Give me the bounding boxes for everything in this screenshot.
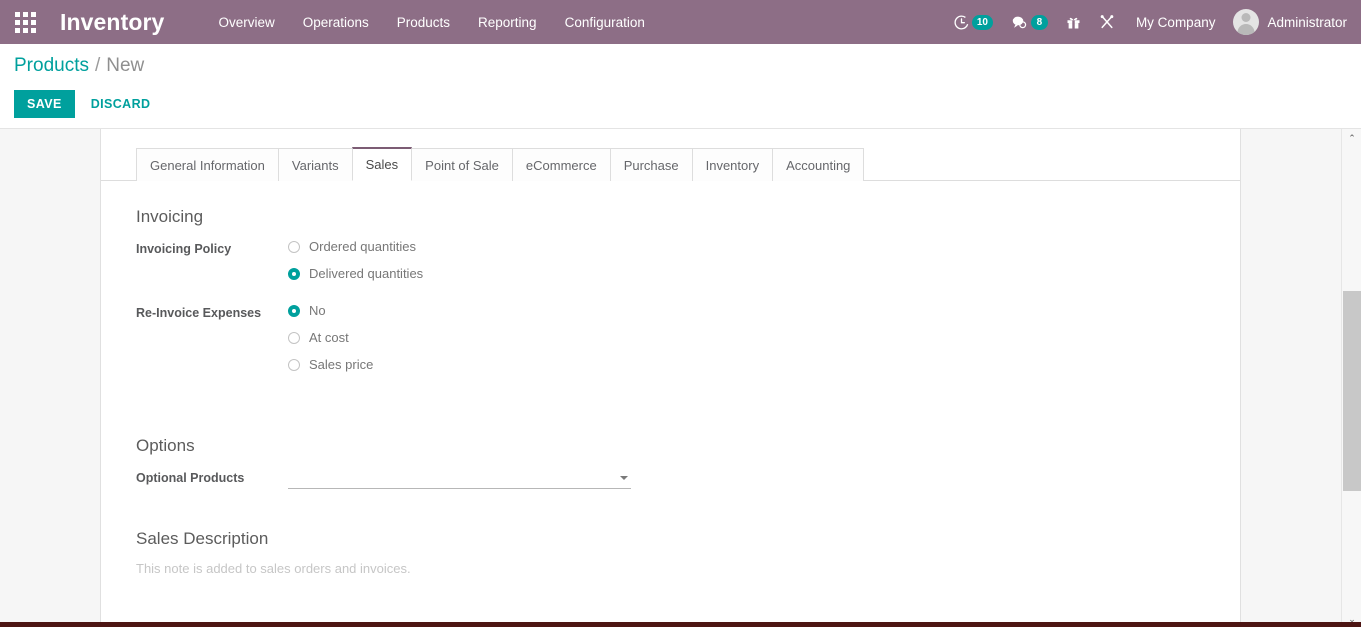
form-notebook-tabs: General Information Variants Sales Point… [101, 129, 1240, 181]
field-reinvoice-expenses: Re-Invoice Expenses No At cost Sales [136, 303, 1240, 372]
gift-icon [1066, 15, 1081, 30]
company-switcher[interactable]: My Company [1124, 9, 1228, 36]
radio-dot-selected-icon [288, 305, 300, 317]
breadcrumb-products-link[interactable]: Products [14, 54, 89, 78]
save-button[interactable]: SAVE [14, 90, 75, 118]
radio-reinvoice-sales-price-label: Sales price [309, 357, 373, 372]
radio-delivered-quantities[interactable]: Delivered quantities [288, 266, 423, 281]
clock-icon [954, 15, 969, 30]
activities-count-badge: 10 [972, 15, 993, 30]
gift-button[interactable] [1057, 5, 1090, 39]
tab-ecommerce[interactable]: eCommerce [512, 148, 611, 181]
sales-description-section-title: Sales Description [136, 529, 1240, 549]
radio-ordered-quantities[interactable]: Ordered quantities [288, 239, 423, 254]
record-actions: SAVE DISCARD [14, 90, 1361, 118]
tab-point-of-sale[interactable]: Point of Sale [411, 148, 513, 181]
radio-dot-icon [288, 332, 300, 344]
activities-button[interactable]: 10 [945, 5, 1002, 39]
user-menu[interactable]: Administrator [1227, 7, 1351, 37]
sales-tab-panel: Invoicing Invoicing Policy Ordered quant… [101, 181, 1240, 576]
discard-button[interactable]: DISCARD [79, 90, 163, 118]
crossed-tools-icon [1099, 14, 1115, 30]
messages-button[interactable]: 8 [1002, 5, 1057, 39]
menu-item-operations[interactable]: Operations [289, 9, 383, 36]
tab-purchase[interactable]: Purchase [610, 148, 693, 181]
breadcrumb-separator: / [95, 54, 100, 78]
radio-dot-icon [288, 241, 300, 253]
reinvoice-expenses-radio-group: No At cost Sales price [288, 303, 373, 372]
tab-inventory[interactable]: Inventory [692, 148, 773, 181]
content-area: General Information Variants Sales Point… [0, 128, 1361, 627]
invoicing-policy-radio-group: Ordered quantities Delivered quantities [288, 239, 423, 281]
apps-menu-button[interactable] [8, 5, 42, 39]
radio-reinvoice-at-cost-label: At cost [309, 330, 349, 345]
sales-description-placeholder[interactable]: This note is added to sales orders and i… [136, 561, 1240, 576]
tab-sales[interactable]: Sales [352, 147, 413, 181]
vertical-scrollbar[interactable]: ⌃ ⌄ [1341, 129, 1361, 627]
tools-button[interactable] [1090, 5, 1124, 39]
menu-item-configuration[interactable]: Configuration [551, 9, 659, 36]
scrollbar-thumb[interactable] [1343, 291, 1361, 491]
radio-reinvoice-no-label: No [309, 303, 326, 318]
field-invoicing-policy: Invoicing Policy Ordered quantities Deli… [136, 239, 1240, 281]
main-menu: Overview Operations Products Reporting C… [204, 9, 658, 36]
menu-item-reporting[interactable]: Reporting [464, 9, 551, 36]
apps-grid-icon [15, 12, 36, 33]
chevron-down-icon [620, 476, 628, 480]
invoicing-section-title: Invoicing [136, 207, 1240, 227]
breadcrumb-current-record: New [106, 54, 144, 78]
reinvoice-expenses-label: Re-Invoice Expenses [136, 303, 288, 320]
app-brand-inventory[interactable]: Inventory [60, 9, 164, 36]
menu-item-overview[interactable]: Overview [204, 9, 288, 36]
control-panel: Products / New SAVE DISCARD [0, 44, 1361, 128]
scroll-up-arrow-icon[interactable]: ⌃ [1342, 129, 1361, 147]
optional-products-select[interactable] [288, 468, 631, 489]
invoicing-policy-label: Invoicing Policy [136, 239, 288, 256]
radio-reinvoice-sales-price[interactable]: Sales price [288, 357, 373, 372]
menu-item-products[interactable]: Products [383, 9, 464, 36]
form-sheet: General Information Variants Sales Point… [100, 129, 1241, 627]
radio-dot-icon [288, 359, 300, 371]
field-optional-products: Optional Products [136, 468, 1240, 489]
tab-accounting[interactable]: Accounting [772, 148, 864, 181]
top-navbar: Inventory Overview Operations Products R… [0, 0, 1361, 44]
radio-delivered-quantities-label: Delivered quantities [309, 266, 423, 281]
messages-count-badge: 8 [1031, 15, 1048, 30]
breadcrumb: Products / New [14, 54, 1361, 78]
options-section-title: Options [136, 436, 1240, 456]
user-name-label: Administrator [1267, 15, 1347, 30]
tab-general-information[interactable]: General Information [136, 148, 279, 181]
os-taskbar-strip [0, 622, 1361, 627]
radio-dot-selected-icon [288, 268, 300, 280]
radio-reinvoice-no[interactable]: No [288, 303, 373, 318]
radio-ordered-quantities-label: Ordered quantities [309, 239, 416, 254]
tab-variants[interactable]: Variants [278, 148, 353, 181]
radio-reinvoice-at-cost[interactable]: At cost [288, 330, 373, 345]
user-avatar-icon [1233, 9, 1259, 35]
navbar-right-tools: 10 8 [945, 0, 1351, 44]
chat-bubble-icon [1011, 15, 1028, 30]
optional-products-label: Optional Products [136, 468, 288, 485]
